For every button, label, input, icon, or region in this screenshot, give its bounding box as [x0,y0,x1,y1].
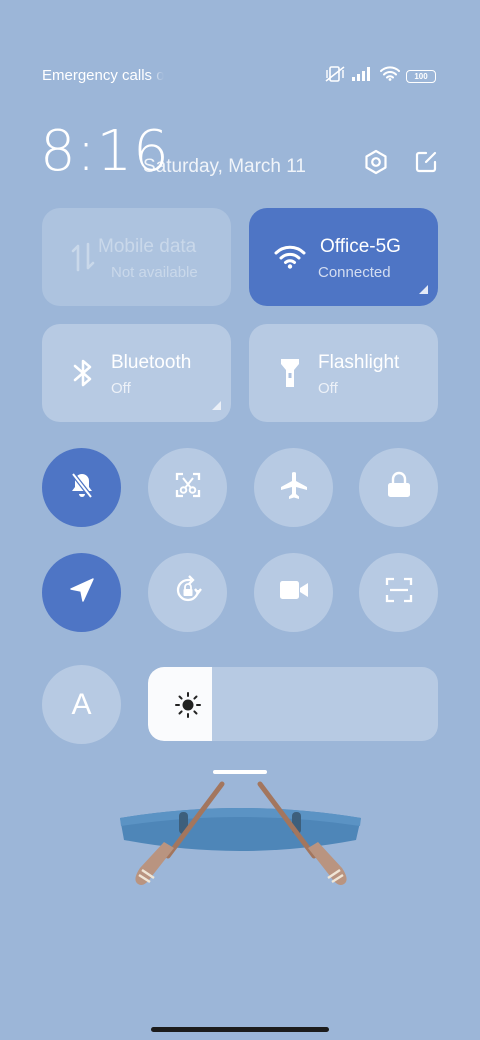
mobile-data-tile[interactable]: Mobile data Not available [42,208,231,306]
panel-drag-handle[interactable] [213,770,267,774]
screen-recorder-toggle[interactable] [254,553,333,632]
status-icons: 100 [324,65,436,88]
status-carrier-text: Emergency calls only [42,67,164,84]
flashlight-subtitle: Off [318,380,338,397]
rotate-lock-icon [172,574,204,611]
lock-screen-toggle[interactable] [359,448,438,527]
airplane-icon [278,469,310,506]
flashlight-tile[interactable]: Flashlight Off [249,324,438,422]
sun-icon [174,691,202,719]
wifi-title: Office-5G [320,236,401,257]
date: Saturday, March 11 [143,156,306,177]
rotation-lock-toggle[interactable] [148,553,227,632]
battery-icon: 100 [406,69,436,83]
mobile-data-subtitle: Not available [111,264,198,281]
scan-icon [385,576,413,609]
scissors-icon [173,470,203,505]
scanner-toggle[interactable] [359,553,438,632]
bluetooth-icon [66,354,100,392]
vibrate-off-icon [324,65,346,88]
settings-icon[interactable] [362,148,390,176]
lock-icon [386,471,412,504]
mobile-data-icon [66,238,100,276]
bluetooth-expand-corner[interactable] [212,401,221,410]
location-arrow-icon [68,576,96,609]
airplane-mode-toggle[interactable] [254,448,333,527]
bluetooth-title: Bluetooth [111,352,192,373]
location-toggle[interactable] [42,553,121,632]
edit-icon[interactable] [412,148,440,176]
brightness-slider[interactable] [148,667,438,741]
video-camera-icon [279,579,309,606]
flashlight-icon [273,354,307,392]
wifi-tile[interactable]: Office-5G Connected [249,208,438,306]
silent-mode-toggle[interactable] [42,448,121,527]
bell-off-icon [67,470,97,505]
signal-icon [352,66,374,86]
wifi-icon [380,66,400,86]
canoe-illustration [118,778,364,903]
flashlight-title: Flashlight [318,352,400,373]
auto-brightness-button[interactable]: A [42,665,121,744]
wifi-expand-corner[interactable] [419,285,428,294]
wifi-icon [273,238,307,276]
home-indicator[interactable] [151,1027,329,1032]
auto-brightness-label: A [71,687,92,721]
wifi-subtitle: Connected [318,264,391,281]
bluetooth-tile[interactable]: Bluetooth Off [42,324,231,422]
screenshot-toggle[interactable] [148,448,227,527]
mobile-data-title: Mobile data [98,236,197,257]
bluetooth-subtitle: Off [111,380,131,397]
